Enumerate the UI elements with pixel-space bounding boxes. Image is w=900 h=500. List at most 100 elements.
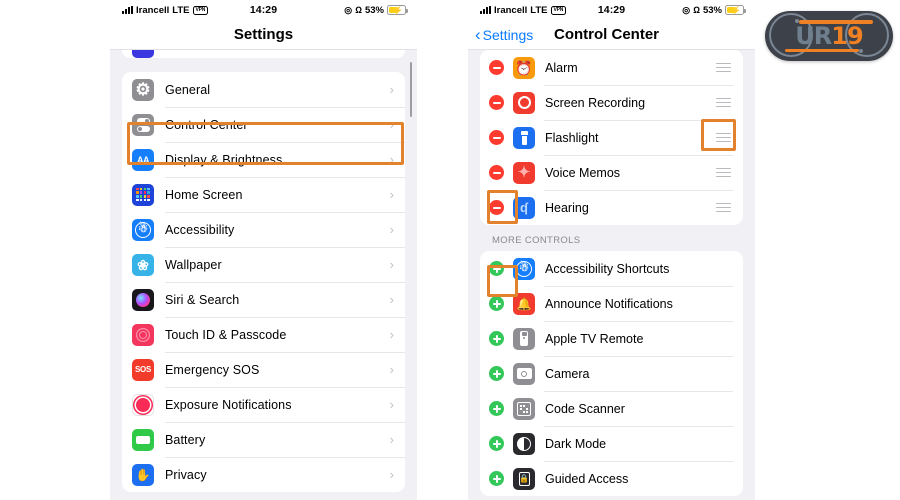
settings-row-privacy[interactable]: ✋ Privacy › — [122, 457, 405, 492]
battery-percent-label: 53% — [364, 4, 384, 16]
drag-handle-icon[interactable] — [716, 62, 731, 73]
control-row-label: Hearing — [545, 200, 589, 215]
settings-row-label: Wallpaper — [165, 257, 222, 272]
settings-row-control-center[interactable]: Control Center › — [122, 107, 405, 142]
network-type-label: LTE — [530, 4, 548, 16]
control-row-label: Screen Recording — [545, 95, 646, 110]
control-row-screen-recording[interactable]: Screen Recording — [480, 85, 743, 120]
screen-recording-icon — [513, 91, 535, 114]
settings-row-home-screen[interactable]: Home Screen › — [122, 177, 405, 212]
drag-handle-icon[interactable] — [716, 202, 731, 213]
remove-button-alarm[interactable] — [489, 60, 504, 75]
add-button-code-scanner[interactable] — [489, 401, 504, 416]
add-button-announce-notifications[interactable] — [489, 296, 504, 311]
control-row-apple-tv-remote[interactable]: Apple TV Remote — [480, 321, 743, 356]
settings-row-label: Privacy — [165, 467, 207, 482]
settings-row-general[interactable]: ⚙ General › — [122, 72, 405, 107]
alarm-icon: ⏰ — [513, 56, 535, 79]
page-title: Settings — [233, 26, 294, 43]
remove-button-flashlight[interactable] — [489, 130, 504, 145]
remove-button-voice-memos[interactable] — [489, 165, 504, 180]
control-row-voice-memos[interactable]: ✦ Voice Memos — [480, 155, 743, 190]
status-bar-right-group-2: ◎ Ω 53% ⚡ — [682, 5, 746, 16]
settings-row-label: General — [165, 82, 211, 97]
screenshot-stage: Irancell LTE VPN 14:29 ◎ Ω 53% ⚡ Setting… — [0, 0, 900, 500]
remove-button-hearing[interactable] — [489, 200, 504, 215]
settings-row-label: Emergency SOS — [165, 362, 260, 377]
add-button-dark-mode[interactable] — [489, 436, 504, 451]
settings-row-emergency-sos[interactable]: SOS Emergency SOS › — [122, 352, 405, 387]
home-screen-icon — [132, 183, 154, 206]
settings-row-siri-search[interactable]: Siri & Search › — [122, 282, 405, 317]
settings-row-accessibility[interactable]: ☃ Accessibility › — [122, 212, 405, 247]
control-row-label: Voice Memos — [545, 165, 621, 180]
settings-row-exposure-notifications[interactable]: Exposure Notifications › — [122, 387, 405, 422]
add-button-accessibility-shortcuts[interactable] — [489, 261, 504, 276]
settings-row-label: Display & Brightness — [165, 152, 283, 167]
remove-button-screen-recording[interactable] — [489, 95, 504, 110]
camera-icon — [513, 362, 535, 385]
drag-handle-icon[interactable] — [716, 167, 731, 178]
add-button-camera[interactable] — [489, 366, 504, 381]
control-row-label: Flashlight — [545, 130, 599, 145]
siri-search-icon — [132, 288, 154, 311]
voice-memos-icon: ✦ — [513, 161, 535, 184]
control-icon-wrap: 🔒 — [513, 467, 535, 490]
add-button-guided-access[interactable] — [489, 471, 504, 486]
control-icon-wrap — [513, 91, 535, 114]
guided-access-icon: 🔒 — [513, 467, 535, 490]
status-bar-left-group: Irancell LTE VPN — [122, 4, 209, 16]
gear-icon: ⚙ — [132, 78, 154, 101]
control-row-label: Accessibility Shortcuts — [545, 261, 670, 276]
control-center-scroll-area[interactable]: ⏰ Alarm Screen Recording Flashlight ✦ Voice M… — [468, 50, 755, 500]
control-row-dark-mode[interactable]: Dark Mode — [480, 426, 743, 461]
control-row-guided-access[interactable]: 🔒 Guided Access — [480, 461, 743, 496]
control-row-flashlight[interactable]: Flashlight — [480, 120, 743, 155]
settings-row-wallpaper[interactable]: ❀ Wallpaper › — [122, 247, 405, 282]
logo-text-c: 19 — [831, 22, 863, 50]
settings-row-label: Touch ID & Passcode — [165, 327, 287, 342]
wallpaper-icon: ❀ — [132, 253, 154, 276]
settings-row-label: Exposure Notifications — [165, 397, 292, 412]
logo-text-b: R — [813, 22, 833, 50]
more-controls-list: ☃ Accessibility Shortcuts 🔔 Announce Notifi… — [480, 251, 743, 496]
chevron-right-icon: › — [389, 222, 394, 237]
control-icon-wrap: ⏰ — [513, 56, 535, 79]
apple-tv-remote-icon — [513, 327, 535, 350]
control-row-alarm[interactable]: ⏰ Alarm — [480, 50, 743, 85]
control-icon-wrap — [513, 126, 535, 149]
back-button[interactable]: ‹ Settings — [468, 26, 533, 43]
accessibility-icon: ☃ — [132, 218, 154, 241]
chevron-right-icon: › — [389, 432, 394, 447]
exposure-notifications-icon — [132, 393, 154, 416]
included-controls-list: ⏰ Alarm Screen Recording Flashlight ✦ Voice M… — [480, 50, 743, 225]
control-icon-wrap — [513, 327, 535, 350]
control-row-hearing[interactable]: ʠ Hearing — [480, 190, 743, 225]
control-row-code-scanner[interactable]: Code Scanner — [480, 391, 743, 426]
status-bar-right: Irancell LTE VPN 14:29 ◎ Ω 53% ⚡ — [468, 0, 755, 20]
settings-row-label: Control Center — [165, 117, 248, 132]
display-brightness-icon: AA — [132, 148, 154, 171]
control-row-accessibility-shortcuts[interactable]: ☃ Accessibility Shortcuts — [480, 251, 743, 286]
settings-scrollbar[interactable] — [409, 62, 412, 117]
logo-text-a: U — [795, 22, 814, 50]
drag-handle-icon[interactable] — [716, 132, 731, 143]
settings-scroll-area[interactable]: ⚙ General › Control Center › AA Display & Brig… — [110, 50, 417, 500]
settings-row-label: Accessibility — [165, 222, 235, 237]
chevron-right-icon: › — [389, 187, 394, 202]
cellular-signal-icon — [122, 6, 133, 14]
control-row-label: Guided Access — [545, 471, 629, 486]
settings-row-display-brightness[interactable]: AA Display & Brightness › — [122, 142, 405, 177]
add-button-apple-tv-remote[interactable] — [489, 331, 504, 346]
network-type-label: LTE — [172, 4, 190, 16]
settings-row-label: Siri & Search — [165, 292, 240, 307]
settings-row-touch-id-passcode[interactable]: Touch ID & Passcode › — [122, 317, 405, 352]
phone-screen-settings: Irancell LTE VPN 14:29 ◎ Ω 53% ⚡ Setting… — [110, 0, 417, 500]
drag-handle-icon[interactable] — [716, 97, 731, 108]
control-row-label: Camera — [545, 366, 590, 381]
control-row-camera[interactable]: Camera — [480, 356, 743, 391]
code-scanner-icon — [513, 397, 535, 420]
settings-row-battery[interactable]: Battery › — [122, 422, 405, 457]
control-row-announce-notifications[interactable]: 🔔 Announce Notifications — [480, 286, 743, 321]
back-button-label: Settings — [482, 26, 534, 43]
